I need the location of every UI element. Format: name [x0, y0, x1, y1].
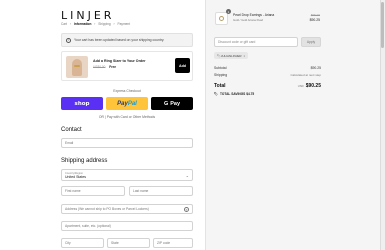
apartment-placeholder: Apartment, suite, etc. (optional) — [65, 224, 111, 228]
chevron-down-icon: ⌄ — [185, 173, 189, 178]
country-value: United States — [65, 174, 87, 179]
subtotal-row: Subtotal $90.25 — [214, 66, 321, 70]
first-name-field[interactable]: First name — [61, 186, 125, 196]
upsell-title: Add a Ring Sizer to Your Order — [93, 59, 146, 63]
product-name: Pearl Drop Earrings - Ariana — [233, 13, 275, 17]
breadcrumb-separator: › — [94, 22, 96, 26]
zip-placeholder: ZIP code — [157, 241, 171, 245]
last-name-field[interactable]: Last name — [129, 186, 193, 196]
state-select[interactable]: State — [107, 238, 150, 248]
first-name-placeholder: First name — [65, 189, 81, 193]
remove-discount-icon[interactable]: × — [243, 54, 245, 58]
apply-discount-button[interactable]: Apply — [301, 37, 321, 47]
applied-discount-tag: 🏷 JULIANLINJER × — [214, 52, 249, 59]
upsell-new-price: Free — [109, 65, 117, 69]
notice-text: Your cart has been updated based on your… — [74, 38, 165, 42]
total-currency: USD — [297, 84, 304, 88]
address-field[interactable]: Address (We cannot ship to PO Boxes or P… — [61, 204, 193, 214]
breadcrumb-information: Information — [73, 22, 92, 26]
contact-heading: Contact — [61, 127, 82, 133]
shop-pay-label: shop — [74, 100, 90, 107]
breadcrumb-payment: Payment — [117, 22, 131, 26]
ring-sizer-image — [66, 56, 88, 78]
google-g-icon: G — [163, 100, 169, 107]
hand-shape — [72, 59, 82, 76]
scrollbar-thumb[interactable] — [381, 2, 384, 48]
breadcrumb-cart[interactable]: Cart — [61, 22, 67, 26]
quantity-badge: 1 — [226, 9, 231, 14]
last-name-placeholder: Last name — [133, 189, 149, 193]
add-ring-sizer-button[interactable]: Add — [175, 58, 190, 73]
discount-code-input[interactable]: Discount code or gift card — [214, 37, 298, 47]
email-field[interactable]: Email — [61, 138, 193, 148]
upsell-old-price: US$0.00 — [93, 65, 106, 69]
paypal-label-pay: Pay — [117, 100, 128, 107]
breadcrumb-shipping: Shipping — [98, 22, 111, 26]
shipping-label: Shipping — [214, 73, 228, 77]
total-amount: USD $90.25 — [298, 83, 321, 89]
subtotal-label: Subtotal — [214, 66, 227, 70]
discount-code: JULIANLINJER — [220, 53, 242, 58]
google-pay-button[interactable]: G Pay — [151, 97, 193, 110]
breadcrumb-separator: › — [113, 22, 115, 26]
apartment-field[interactable]: Apartment, suite, etc. (optional) — [61, 221, 193, 231]
info-icon: i — [66, 37, 71, 43]
email-placeholder: Email — [65, 141, 74, 145]
zip-code-field[interactable]: ZIP code — [153, 238, 193, 248]
or-divider: OR | Pay with Card or Other Methods — [98, 115, 156, 119]
discount-placeholder: Discount code or gift card — [218, 40, 256, 44]
paypal-label-pal: Pal — [127, 100, 137, 107]
shop-pay-button[interactable]: shop — [61, 97, 103, 110]
shipping-row: Shipping Calculated at next step — [214, 73, 321, 77]
product-thumbnail — [215, 12, 228, 25]
total-savings: TOTAL SAVINGS $4.75 — [220, 92, 255, 96]
state-placeholder: State — [111, 241, 119, 245]
express-checkout-heading: Express Checkout — [113, 89, 141, 93]
product-old-price: $95.00 — [310, 13, 320, 17]
cart-updated-notice: i Your cart has been updated based on yo… — [61, 33, 193, 47]
product-price: $90.25 — [309, 18, 320, 22]
breadcrumb-separator: › — [69, 22, 71, 26]
product-variant: Gold / Gold Ariana Pearl — [233, 18, 264, 22]
shipping-address-heading: Shipping address — [61, 158, 108, 164]
brand-logo[interactable]: LINJER — [61, 9, 114, 22]
shipping-value: Calculated at next step — [290, 73, 321, 77]
city-field[interactable]: City — [61, 238, 104, 248]
ring-sizer-upsell: Add a Ring Sizer to Your Order US$0.00 F… — [61, 51, 193, 81]
google-pay-label: Pay — [170, 100, 181, 107]
city-placeholder: City — [65, 241, 71, 245]
address-placeholder: Address (We cannot ship to PO Boxes or P… — [65, 207, 149, 211]
total-value: $90.25 — [305, 83, 321, 89]
total-savings-row: 🏷 TOTAL SAVINGS $4.75 — [214, 92, 321, 96]
subtotal-value: $90.25 — [310, 66, 321, 70]
country-select[interactable]: Country/Region United States ⌄ — [61, 169, 193, 181]
ring-shape — [74, 65, 80, 67]
breadcrumb: Cart › Information › Shipping › Payment — [61, 22, 132, 26]
total-row: Total USD $90.25 — [214, 83, 321, 89]
help-icon[interactable]: ? — [184, 207, 189, 212]
total-label: Total — [214, 83, 226, 89]
savings-tag-icon: 🏷 — [214, 92, 219, 96]
earring-shape — [219, 16, 224, 21]
paypal-button[interactable]: Pay Pal — [106, 97, 148, 110]
upsell-prices: US$0.00 Free — [93, 65, 116, 69]
